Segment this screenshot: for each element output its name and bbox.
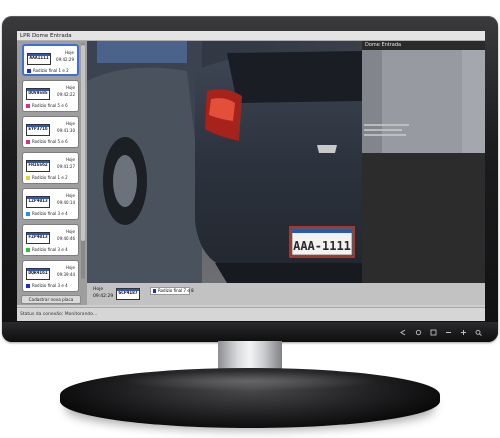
- plate-thumbnail: EYP3716: [26, 124, 50, 136]
- area-color-swatch: [27, 69, 31, 73]
- current-event-area: Rodízio final 7 e 8: [150, 287, 194, 295]
- minimize-icon[interactable]: [444, 329, 453, 336]
- current-event-panel: Hoje 09:42:29 GCP4187 Rodízio final 7 e …: [87, 283, 485, 305]
- preview-panel: [362, 153, 485, 283]
- register-plate-button[interactable]: Cadastrar nova placa: [21, 295, 81, 304]
- event-day: Hoje: [65, 85, 75, 90]
- overview-shadow: [362, 50, 382, 153]
- event-time: 09:39:44: [57, 272, 75, 277]
- overview-overlay-line-1: [364, 124, 409, 126]
- save-icon[interactable]: [429, 329, 438, 336]
- screen: LPR Dome Entrada AAA1111 Hoje 09:42:29 R…: [17, 31, 485, 321]
- event-list: AAA1111 Hoje 09:42:29 Rodízio final 1 e …: [17, 41, 87, 305]
- event-day: Hoje: [65, 229, 75, 234]
- preview-title: Dome Entrada: [362, 41, 485, 50]
- overview-overlay-line-3: [364, 134, 406, 136]
- plate-thumbnail: DOV9585: [26, 88, 50, 100]
- back-icon[interactable]: [399, 329, 408, 336]
- current-event-day: Hoje: [93, 287, 104, 292]
- scrollbar-thumb[interactable]: [81, 45, 85, 241]
- event-day: Hoje: [65, 193, 75, 198]
- event-area: Rodízio final 3 e 4: [32, 283, 68, 288]
- event-area: Rodízio final 5 e 6: [32, 139, 68, 144]
- street-car-left-hubcap: [113, 155, 137, 207]
- event-time: 09:42:29: [56, 57, 74, 62]
- plate-thumbnail: AAA1111: [27, 53, 51, 65]
- event-card[interactable]: LZP4013 Hoje 09:40:14 Rodízio final 3 e …: [22, 188, 79, 220]
- event-card[interactable]: EYP3716 Hoje 09:41:30 Rodízio final 5 e …: [22, 116, 79, 148]
- area-color-swatch: [26, 212, 30, 216]
- plate-thumbnail: LZP4013: [26, 196, 50, 208]
- license-plate-header: [292, 229, 352, 233]
- car-logo: [317, 145, 337, 153]
- plate-thumbnail: FHI5562: [26, 160, 50, 172]
- record-icon[interactable]: [414, 329, 423, 336]
- current-event-time: 09:42:29: [93, 294, 114, 299]
- event-card[interactable]: FHI5562 Hoje 09:41:27 Rodízio final 1 e …: [22, 152, 79, 184]
- event-day: Hoje: [64, 50, 74, 55]
- event-area: Rodízio final 1 e 2: [32, 175, 68, 180]
- area-color-swatch: [26, 104, 30, 108]
- area-color-swatch: [26, 140, 30, 144]
- status-bar: Status da conexão: Monitorando...: [17, 307, 485, 321]
- app-title: LPR Dome Entrada: [17, 31, 485, 41]
- overview-camera: [362, 50, 485, 153]
- monitor-bezel: [2, 322, 498, 342]
- event-time: 09:40:14: [57, 200, 75, 205]
- bumper: [215, 263, 362, 283]
- event-time: 09:40:46: [57, 236, 75, 241]
- stand-highlight: [120, 371, 380, 391]
- zoom-in-icon[interactable]: [459, 329, 468, 336]
- event-card[interactable]: DOV9585 Hoje 09:42:22 Rodízio final 5 e …: [22, 80, 79, 112]
- area-color-swatch: [26, 248, 30, 252]
- event-area: Rodízio final 3 e 4: [32, 211, 68, 216]
- camera-feed: AAA-1111: [87, 41, 362, 283]
- event-time: 09:42:22: [57, 92, 75, 97]
- event-card[interactable]: FZP4013 Hoje 09:40:46 Rodízio final 3 e …: [22, 224, 79, 256]
- area-color-swatch: [153, 289, 156, 293]
- event-area: Rodízio final 1 e 2: [33, 68, 69, 73]
- current-event-area-label: Rodízio final 7 e 8: [158, 288, 194, 293]
- video-plate-text: AAA-1111: [293, 239, 351, 253]
- event-card[interactable]: AAA1111 Hoje 09:42:29 Rodízio final 1 e …: [22, 44, 79, 76]
- street-car-top: [97, 41, 187, 63]
- plate-thumbnail: DQR4161: [26, 268, 50, 280]
- event-card[interactable]: DQR4161 Hoje 09:39:44 Rodízio final 3 e …: [22, 260, 79, 292]
- car-rear-window: [227, 51, 362, 103]
- overview-curb: [462, 50, 485, 153]
- event-area: Rodízio final 5 e 6: [32, 103, 68, 108]
- current-event-plate: GCP4187: [116, 288, 140, 300]
- zoom-out-icon[interactable]: [474, 329, 483, 336]
- plate-thumbnail: FZP4013: [26, 232, 50, 244]
- event-list-scrollbar[interactable]: [81, 43, 85, 279]
- overview-overlay-line-2: [364, 129, 402, 131]
- event-time: 09:41:27: [57, 164, 75, 169]
- event-day: Hoje: [65, 157, 75, 162]
- event-time: 09:41:30: [57, 128, 75, 133]
- event-day: Hoje: [65, 121, 75, 126]
- event-area: Rodízio final 3 e 4: [32, 247, 68, 252]
- event-day: Hoje: [65, 265, 75, 270]
- area-color-swatch: [26, 176, 30, 180]
- area-color-swatch: [26, 284, 30, 288]
